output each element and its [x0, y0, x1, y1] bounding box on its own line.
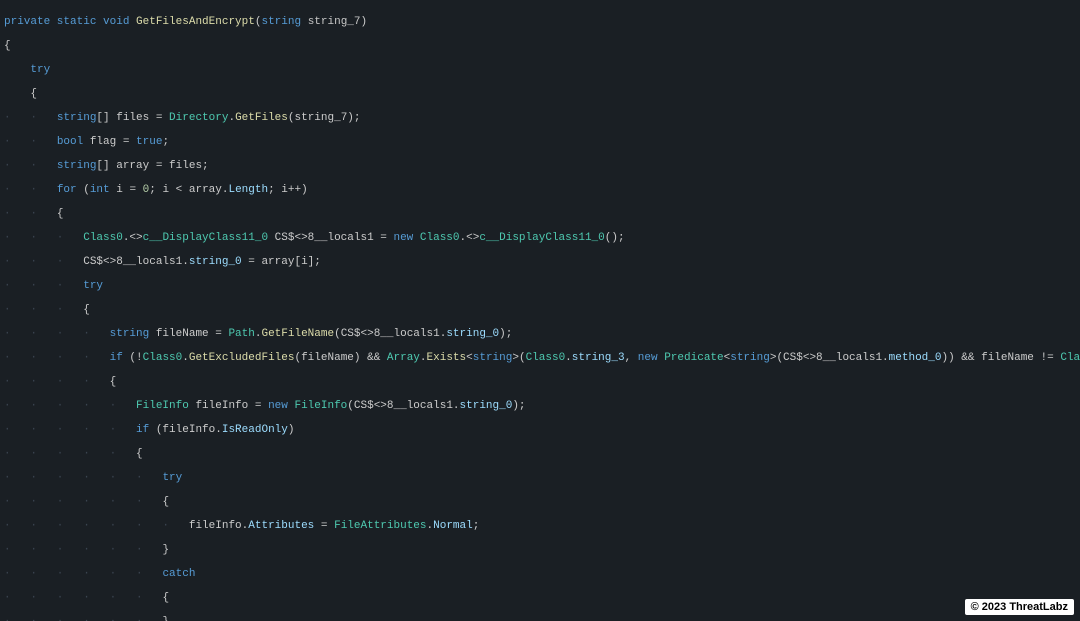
copyright-watermark: © 2023 ThreatLabz [965, 599, 1074, 615]
code-line: private static void GetFilesAndEncrypt(s… [4, 16, 1080, 28]
source-code-viewer: private static void GetFilesAndEncrypt(s… [0, 0, 1080, 621]
